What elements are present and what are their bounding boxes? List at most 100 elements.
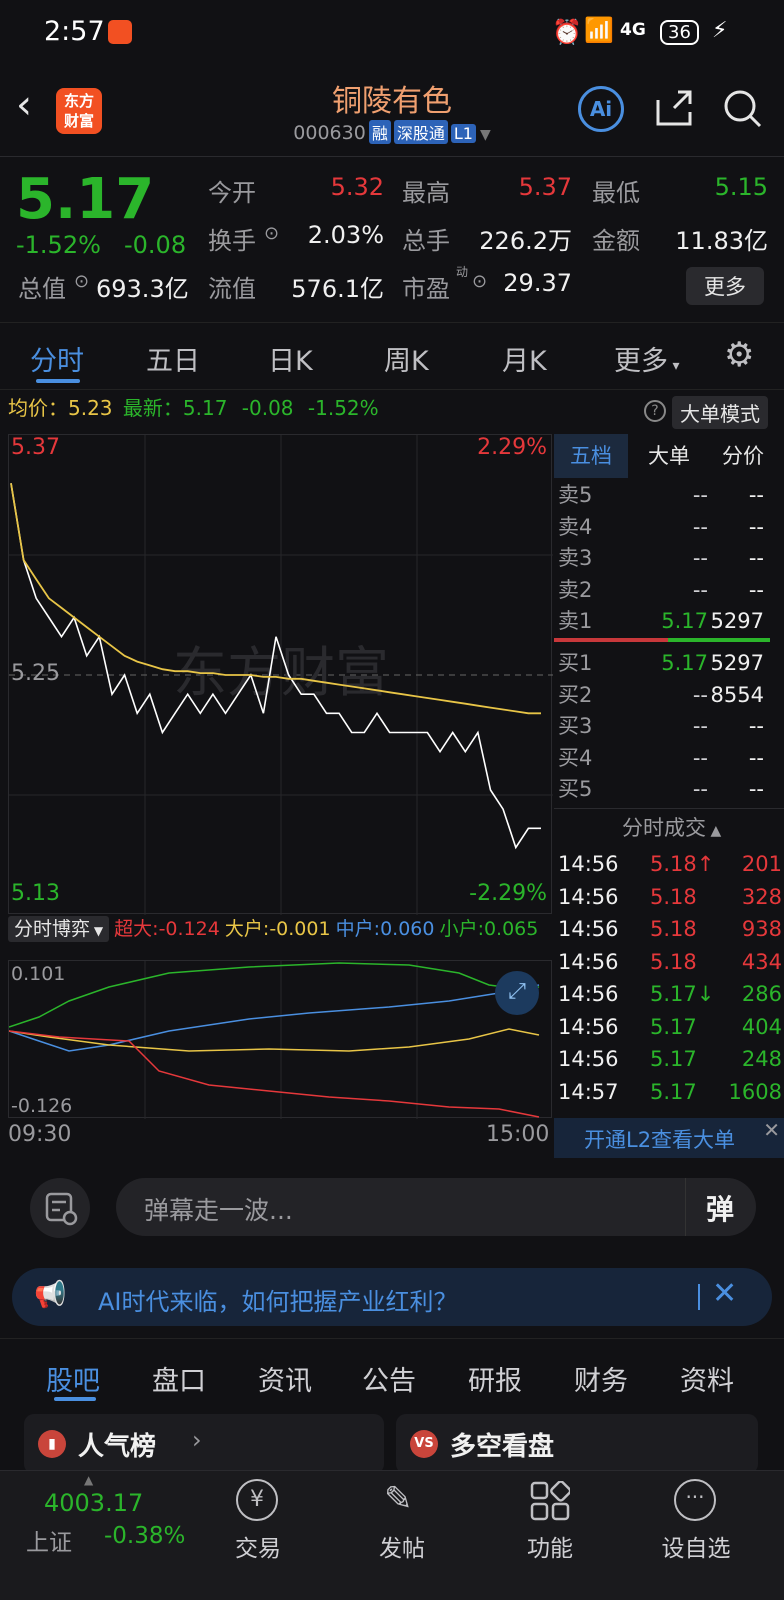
status-bar: 2:57 ⏰ 📶 4G 36 ⚡ xyxy=(0,0,784,64)
tab-weekly-k[interactable]: 周K xyxy=(384,339,429,378)
more-dots-icon: ··· xyxy=(674,1479,716,1521)
mid-label: 中户: xyxy=(335,918,381,940)
active-tab-indicator xyxy=(36,379,80,383)
nav-post[interactable]: ✎ 发帖 xyxy=(352,1477,452,1587)
popularity-card[interactable]: ▮ 人气榜 › xyxy=(24,1414,384,1474)
trade-row: 14:56 5.18↑ 201 xyxy=(558,848,784,881)
x-end-label: 15:00 xyxy=(486,1122,550,1147)
battery-indicator: 36 xyxy=(660,20,699,45)
nav-functions[interactable]: 功能 xyxy=(500,1477,600,1587)
info-icon[interactable]: ⊙ xyxy=(264,223,279,244)
level-label: 卖4 xyxy=(558,514,593,539)
tab-daily-k[interactable]: 日K xyxy=(268,339,313,378)
order-level-row: 买4 -- -- xyxy=(554,743,784,775)
intraday-chart[interactable]: 东方财富 5.37 5.25 5.13 2.29% -2.29% xyxy=(8,434,553,915)
level-label: 买4 xyxy=(558,745,593,770)
help-icon[interactable]: ? xyxy=(644,400,666,422)
level-label: 卖5 xyxy=(558,483,593,507)
pe-label: 市盈 xyxy=(402,275,450,303)
low-value: 5.15 xyxy=(714,173,768,201)
popularity-title: 人气榜 xyxy=(78,1432,157,1462)
order-level-row: 买5 -- -- xyxy=(554,774,784,806)
more-button[interactable]: 更多 xyxy=(686,267,764,305)
tab-order-book[interactable]: 盘口 xyxy=(152,1359,206,1398)
app-notification-icon xyxy=(108,20,132,44)
level-volume: -- xyxy=(748,577,764,602)
danmu-toggle-icon[interactable]: 弹 xyxy=(706,1188,734,1228)
share-icon[interactable] xyxy=(654,88,694,128)
info-icon[interactable]: ⊙ xyxy=(74,271,89,292)
danmu-placeholder: 弹幕走一波... xyxy=(144,1196,293,1225)
trade-volume: 248 xyxy=(741,1047,782,1071)
indicator-selector[interactable]: 分时博弈 ▼ xyxy=(8,916,110,942)
money-flow-svg xyxy=(9,961,540,1119)
low-label: 最低 xyxy=(592,179,640,207)
close-icon[interactable]: ✕ xyxy=(763,1118,780,1142)
trade-price: 5.18↑ xyxy=(650,852,715,876)
super-investor-line xyxy=(9,1030,540,1118)
yen-icon: ¥ xyxy=(236,1479,278,1521)
trade-price: 5.17↓ xyxy=(650,982,715,1006)
tab-finance[interactable]: 财务 xyxy=(574,1359,628,1398)
high-label: 最高 xyxy=(402,179,450,207)
danmu-input[interactable]: 弹幕走一波... 弹 xyxy=(116,1178,756,1236)
tab-big-orders[interactable]: 大单 xyxy=(632,434,706,478)
ai-assistant-icon[interactable]: Ai xyxy=(578,86,624,132)
danmu-settings-icon[interactable] xyxy=(30,1178,90,1238)
index-ticker[interactable]: ▲ 4003.17 上证 -0.38% xyxy=(0,1471,200,1600)
money-flow-chart[interactable]: 0.101 -0.126 ⤢ xyxy=(8,960,552,1119)
active-tab-indicator xyxy=(54,1397,96,1401)
tab-more[interactable]: 更多 ▾ xyxy=(614,339,679,378)
tab-research[interactable]: 研报 xyxy=(468,1359,522,1398)
charging-icon: ⚡ xyxy=(712,18,728,43)
order-level-row: 买1 5.17 5297 xyxy=(554,648,784,680)
ai-banner[interactable]: 📢 AI时代来临，如何把握产业红利？ ✕ xyxy=(12,1268,772,1326)
level-price: -- xyxy=(692,714,708,738)
nav-add-watchlist[interactable]: ··· 设自选 xyxy=(646,1477,746,1587)
tab-intraday[interactable]: 分时 xyxy=(30,339,84,378)
trade-time: 14:56 xyxy=(558,884,619,909)
trade-time: 14:56 xyxy=(558,1014,619,1039)
l2-banner[interactable]: 开通L2查看大单 ✕ xyxy=(554,1118,784,1158)
tab-profile[interactable]: 资料 xyxy=(680,1359,734,1398)
level-price: 5.17 xyxy=(661,609,708,633)
level-volume: 5297 xyxy=(710,651,764,675)
latest-change: -0.08 xyxy=(241,396,294,420)
info-icon[interactable]: ⊙ xyxy=(472,271,487,292)
chevron-down-icon: ▼ xyxy=(90,924,104,938)
level-volume: -- xyxy=(748,714,764,738)
tab-news[interactable]: 资讯 xyxy=(258,1359,312,1398)
close-icon[interactable]: ✕ xyxy=(712,1276,737,1311)
gear-icon[interactable]: ⚙ xyxy=(724,335,754,375)
tab-price-split[interactable]: 分价 xyxy=(706,434,780,478)
nav-trade[interactable]: ¥ 交易 xyxy=(208,1477,308,1587)
trades-title[interactable]: 分时成交 ▲ xyxy=(622,812,721,842)
search-icon[interactable] xyxy=(722,88,764,130)
trade-row: 14:56 5.17 248 xyxy=(558,1043,784,1076)
big-order-mode-button[interactable]: 大单模式 xyxy=(672,396,768,429)
network-type: 4G xyxy=(620,20,646,40)
dropdown-icon[interactable]: ▼ xyxy=(480,127,491,143)
pct-max-label: 2.29% xyxy=(477,435,547,460)
clock: 2:57 xyxy=(44,16,105,47)
sentiment-card[interactable]: VS 多空看盘 xyxy=(396,1414,758,1474)
tab-five-levels[interactable]: 五档 xyxy=(554,434,628,478)
level-price: -- xyxy=(692,514,708,539)
l2-link[interactable]: 开通L2查看大单 xyxy=(584,1124,735,1154)
current-price: 5.17 xyxy=(16,167,155,232)
indicator-selector-label: 分时博弈 xyxy=(14,918,91,940)
sub-chart-header: 分时博弈 ▼ 超大:-0.124 大户:-0.001 中户:0.060 小户:0… xyxy=(8,914,552,942)
tab-announcements[interactable]: 公告 xyxy=(362,1359,416,1398)
float-value: 576.1亿 xyxy=(291,275,384,303)
tab-monthly-k[interactable]: 月K xyxy=(502,339,547,378)
tab-forum[interactable]: 股吧 xyxy=(46,1359,100,1398)
expand-icon[interactable]: ⤢ xyxy=(495,971,539,1015)
trade-time: 14:56 xyxy=(558,982,619,1006)
volume-value: 226.2万 xyxy=(479,227,572,255)
banner-text[interactable]: AI时代来临，如何把握产业红利？ xyxy=(98,1282,458,1317)
open-value: 5.32 xyxy=(330,173,384,201)
tab-five-day[interactable]: 五日 xyxy=(146,339,200,378)
divider xyxy=(685,1178,686,1236)
trade-price: 5.17 xyxy=(650,1014,697,1039)
amount-value: 11.83亿 xyxy=(675,227,768,255)
